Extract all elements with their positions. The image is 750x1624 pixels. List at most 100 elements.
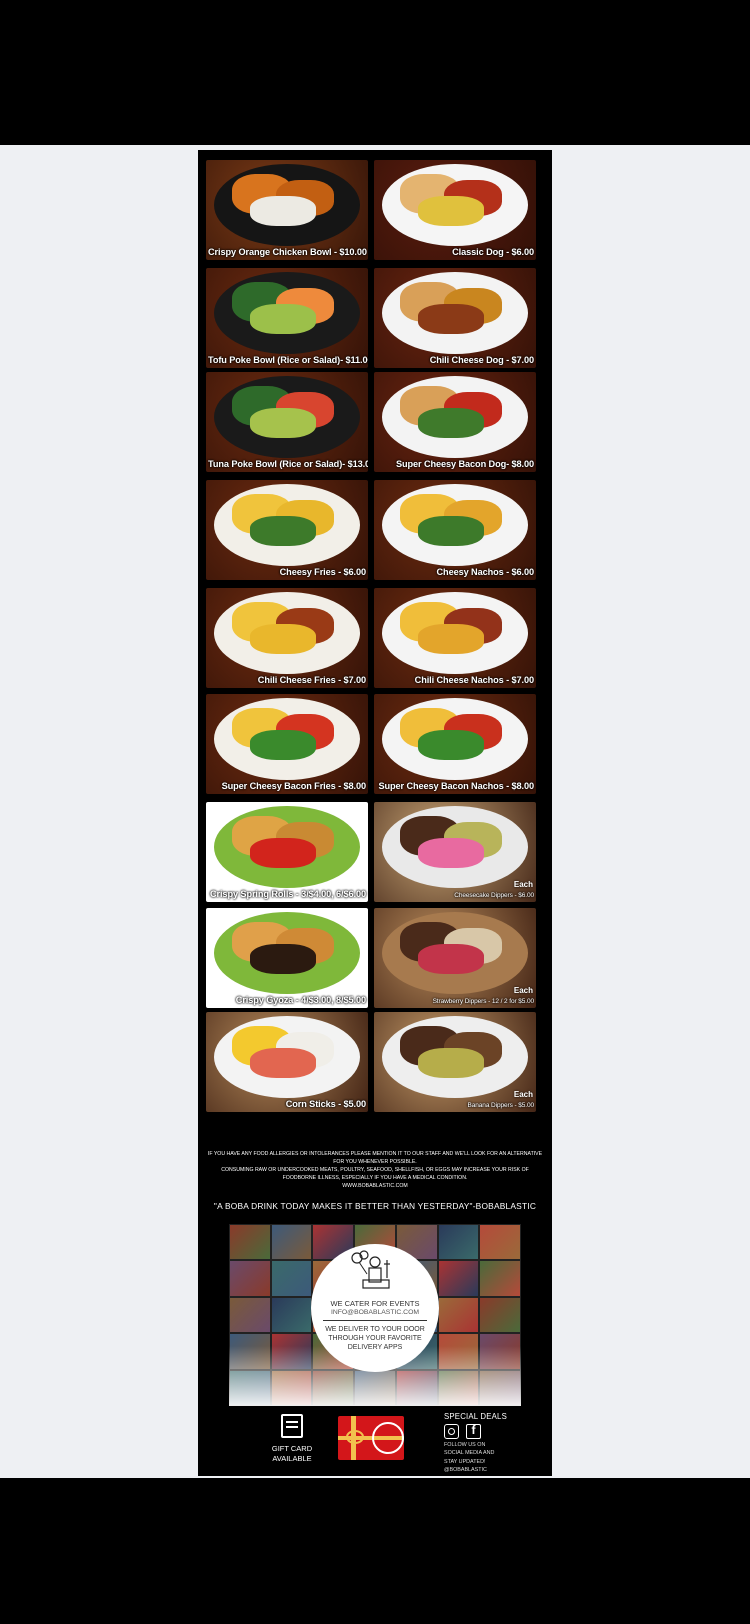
menu-item-caption: Tofu Poke Bowl (Rice or Salad)- $11.00 [208, 355, 368, 365]
facebook-icon[interactable]: f [466, 1423, 482, 1439]
menu-item-caption: Cheesecake Dippers - $6.00 [454, 892, 534, 899]
event-photo [271, 1297, 312, 1333]
event-photo [480, 1297, 520, 1333]
menu-item-caption: Classic Dog - $6.00 [452, 247, 534, 257]
menu-item-caption: Chili Cheese Dog - $7.00 [429, 355, 534, 365]
food-shape [418, 516, 484, 546]
poster-footer: GIFT CARD AVAILABLE SPECIAL DEALS f FOLL… [198, 1412, 552, 1476]
menu-item-caption: Tuna Poke Bowl (Rice or Salad)- $13.00 [208, 459, 368, 469]
menu-item-caption: Crispy Spring Rolls - 3/$4.00, 6/$6.00 [209, 889, 366, 899]
event-photo [438, 1225, 479, 1260]
event-photo [480, 1225, 520, 1260]
menu-poster: Crispy Orange Chicken Bowl - $10.00 Class… [198, 150, 552, 1476]
menu-item-card[interactable]: Chili Cheese Nachos - $7.00 [374, 588, 536, 688]
menu-item-card[interactable]: Each Cheesecake Dippers - $6.00 [374, 802, 536, 902]
menu-item-card[interactable]: Super Cheesy Bacon Fries - $8.00 [206, 694, 368, 794]
menu-item-caption: Chili Cheese Nachos - $7.00 [414, 675, 534, 685]
food-shape [418, 304, 484, 334]
gift-card-line-1: GIFT CARD [271, 1444, 313, 1453]
menu-item-card[interactable]: Tuna Poke Bowl (Rice or Salad)- $13.00 [206, 372, 368, 472]
event-photo [271, 1261, 312, 1296]
brand-logo-icon [372, 1422, 404, 1454]
menu-item-caption: Cheesy Fries - $6.00 [279, 567, 366, 577]
gift-card-info: GIFT CARD AVAILABLE [264, 1414, 320, 1463]
each-label: Each [513, 880, 533, 889]
menu-item-card[interactable]: Crispy Gyoza - 4/$3.00, 8/$5.00 [206, 908, 368, 1008]
menu-item-caption: Banana Dippers - $5.00 [467, 1102, 535, 1109]
food-shape [418, 624, 484, 654]
menu-item-caption: Super Cheesy Bacon Fries - $8.00 [221, 781, 366, 791]
food-shape [250, 944, 316, 974]
menu-item-card[interactable]: Crispy Spring Rolls - 3/$4.00, 6/$6.00 [206, 802, 368, 902]
website-link[interactable]: WWW.BOBABLASTIC.COM [206, 1182, 544, 1190]
menu-item-caption: Crispy Orange Chicken Bowl - $10.00 [208, 247, 367, 257]
menu-item-caption: Cheesy Nachos - $6.00 [436, 567, 535, 577]
social-handle[interactable]: @BOBABLASTIC [444, 1467, 544, 1473]
special-deals: SPECIAL DEALS f FOLLOW US ON SOCIAL MEDI… [444, 1412, 544, 1474]
event-photo [230, 1225, 270, 1260]
menu-item-card[interactable]: Cheesy Fries - $6.00 [206, 480, 368, 580]
deals-title: SPECIAL DEALS [444, 1412, 507, 1421]
menu-item-caption: Crispy Gyoza - 4/$3.00, 8/$5.00 [235, 995, 366, 1005]
menu-item-caption: Super Cheesy Bacon Dog- $8.00 [395, 459, 534, 469]
each-label: Each [513, 986, 533, 995]
follow-line-3: STAY UPDATED! [444, 1458, 486, 1465]
menu-item-caption: Super Cheesy Bacon Nachos - $8.00 [378, 781, 534, 791]
events-photo-collage: WE CATER FOR EVENTS INFO@BOBABLASTIC.COM… [229, 1224, 521, 1406]
menu-item-caption: Strawberry Dippers - 12 / 2 for $5.00 [432, 998, 535, 1005]
follow-line-1: FOLLOW US ON [444, 1442, 486, 1448]
food-shape [250, 1048, 316, 1078]
gift-card-image [338, 1416, 404, 1460]
food-shape [250, 516, 316, 546]
food-vendor-icon [351, 1250, 390, 1289]
food-shape [418, 730, 484, 760]
disclaimer-line-2: CONSUMING RAW OR UNDERCOOKED MEATS, POUL… [221, 1167, 529, 1181]
disclaimer-line-1: IF YOU HAVE ANY FOOD ALLERGIES OR INTOLE… [207, 1151, 543, 1165]
bow-icon [346, 1430, 364, 1444]
deliver-text: WE DELIVER TO YOUR DOOR THROUGH YOUR FAV… [325, 1326, 425, 1351]
gift-card-icon [281, 1414, 303, 1438]
event-photo [271, 1225, 312, 1260]
gift-card-line-2: AVAILABLE [272, 1454, 312, 1463]
menu-item-card[interactable]: Chili Cheese Dog - $7.00 [374, 268, 536, 368]
menu-item-card[interactable]: Each Strawberry Dippers - 12 / 2 for $5.0… [374, 908, 536, 1008]
instagram-icon[interactable] [444, 1424, 459, 1439]
follow-line-2: SOCIAL MEDIA AND [444, 1450, 495, 1457]
menu-item-card[interactable]: Tofu Poke Bowl (Rice or Salad)- $11.00 [206, 268, 368, 368]
menu-item-caption: Chili Cheese Fries - $7.00 [257, 675, 366, 685]
each-label: Each [513, 1090, 533, 1099]
food-shape [418, 838, 484, 868]
menu-item-card[interactable]: Cheesy Nachos - $6.00 [374, 480, 536, 580]
food-shape [250, 196, 316, 226]
event-photo [230, 1297, 270, 1333]
menu-item-card[interactable]: Chili Cheese Fries - $7.00 [206, 588, 368, 688]
menu-item-caption: Corn Sticks - $5.00 [285, 1099, 366, 1109]
event-photo [438, 1261, 479, 1296]
menu-item-card[interactable]: Super Cheesy Bacon Dog- $8.00 [374, 372, 536, 472]
bottom-black-bar [0, 1478, 750, 1624]
event-photo [230, 1261, 270, 1296]
top-black-bar [0, 0, 750, 145]
food-shape [418, 1048, 484, 1078]
event-photo [438, 1297, 479, 1333]
food-shape [250, 408, 316, 438]
menu-item-card[interactable]: Corn Sticks - $5.00 [206, 1012, 368, 1112]
menu-item-card[interactable]: Crispy Orange Chicken Bowl - $10.00 [206, 160, 368, 260]
food-shape [418, 944, 484, 974]
food-shape [250, 730, 316, 760]
event-photo [480, 1261, 520, 1296]
food-shape [250, 304, 316, 334]
food-shape [418, 408, 484, 438]
menu-item-card[interactable]: Super Cheesy Bacon Nachos - $8.00 [374, 694, 536, 794]
allergy-disclaimer: IF YOU HAVE ANY FOOD ALLERGIES OR INTOLE… [206, 1150, 544, 1190]
menu-item-card[interactable]: Classic Dog - $6.00 [374, 160, 536, 260]
menu-item-card[interactable]: Each Banana Dippers - $5.00 [374, 1012, 536, 1112]
events-badge: WE CATER FOR EVENTS INFO@BOBABLASTIC.COM… [311, 1244, 439, 1372]
food-shape [250, 838, 316, 868]
badge-divider [323, 1320, 427, 1321]
email-link[interactable]: INFO@BOBABLASTIC.COM [311, 1309, 439, 1316]
boba-quote: "A BOBA DRINK TODAY MAKES IT BETTER THAN… [213, 1201, 537, 1211]
cater-text: WE CATER FOR EVENTS [330, 1299, 420, 1308]
food-shape [250, 624, 316, 654]
food-shape [418, 196, 484, 226]
